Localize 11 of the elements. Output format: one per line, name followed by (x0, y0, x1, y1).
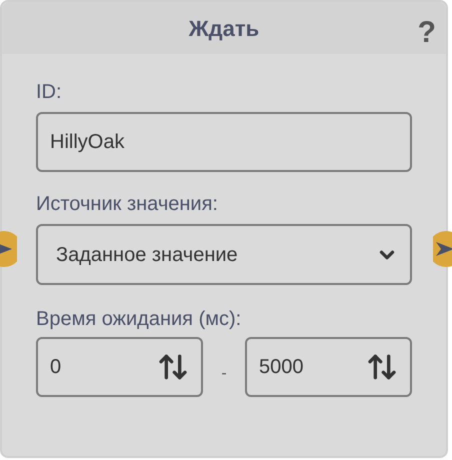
field-label: Время ожидания (мс): (36, 307, 242, 332)
field-label: ID: (36, 80, 63, 105)
field-label: Источник значения: (36, 192, 219, 217)
source-select[interactable]: Заданное значение (36, 224, 412, 285)
node-title: Ждать (188, 14, 260, 42)
help-button[interactable]: ? (418, 10, 436, 55)
id-field[interactable]: HillyOak (36, 112, 412, 172)
max-number-field[interactable]: 5000 (244, 337, 412, 397)
range-separator: - (221, 364, 227, 384)
port-arrow-icon[interactable] (433, 231, 452, 267)
min-number-field[interactable]: 0 (36, 337, 203, 397)
